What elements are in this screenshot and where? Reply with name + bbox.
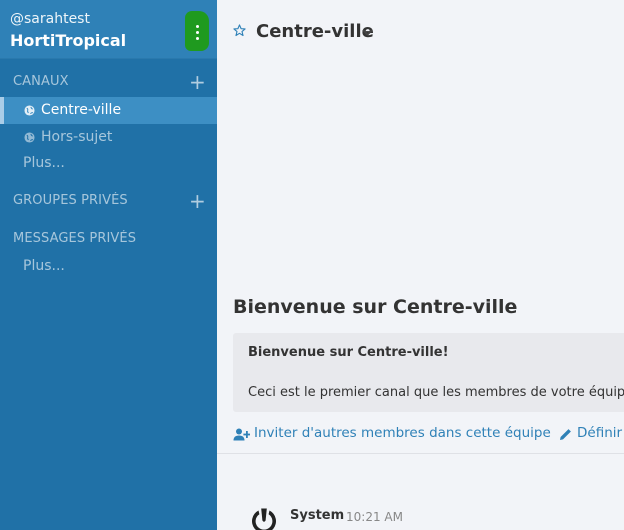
team-name: HortiTropical [10, 31, 127, 50]
private-groups-section-title: GROUPES PRIVÉS [13, 193, 128, 208]
menu-dot-icon [196, 37, 199, 40]
star-outline-icon[interactable] [233, 24, 246, 37]
messages-more-link[interactable]: Plus... [23, 258, 65, 274]
globe-icon [24, 105, 35, 116]
mattermost-logo-icon [252, 508, 276, 530]
channel-intro-title: Bienvenue sur Centre-ville [233, 296, 518, 318]
post-author[interactable]: System [290, 508, 344, 523]
invite-link-label: Inviter d'autres membres dans cette équi… [254, 425, 551, 441]
system-post: System 10:21 AM [217, 490, 624, 530]
channel-header: Centre-ville [217, 0, 624, 64]
define-link-label: Définir [577, 425, 623, 441]
sidebar-item-label: Hors-sujet [41, 129, 113, 145]
chevron-down-icon[interactable] [362, 29, 373, 36]
define-channel-link[interactable]: Définir [559, 425, 622, 441]
intro-box-title: Bienvenue sur Centre-ville! [248, 345, 449, 360]
intro-box-text: Ceci est le premier canal que les membre… [248, 385, 624, 400]
globe-icon [24, 132, 35, 143]
divider [217, 453, 624, 454]
channels-section-title: CANAUX [13, 74, 69, 89]
invite-members-link[interactable]: Inviter d'autres membres dans cette équi… [233, 425, 551, 441]
team-header[interactable]: @sarahtest HortiTropical [0, 0, 217, 59]
post-time: 10:21 AM [346, 510, 403, 524]
main-content: Centre-ville Bienvenue sur Centre-ville … [217, 0, 624, 530]
sidebar-item-hors-sujet[interactable]: Hors-sujet [0, 124, 217, 151]
add-private-group-button[interactable]: + [189, 191, 206, 211]
channel-intro-box: Bienvenue sur Centre-ville! Ceci est le … [233, 333, 624, 412]
menu-dot-icon [196, 25, 199, 28]
channels-more-link[interactable]: Plus... [23, 155, 65, 171]
sidebar-item-centre-ville[interactable]: Centre-ville [0, 97, 217, 124]
private-messages-section-title: MESSAGES PRIVÉS [13, 231, 137, 246]
sidebar-item-label: Centre-ville [41, 102, 122, 118]
channel-title[interactable]: Centre-ville [256, 21, 374, 42]
main-menu-button[interactable] [185, 11, 209, 51]
menu-dot-icon [196, 31, 199, 34]
sidebar: @sarahtest HortiTropical CANAUX + Centre… [0, 0, 217, 530]
add-user-icon [233, 428, 250, 441]
username: @sarahtest [10, 11, 90, 27]
pencil-icon [560, 429, 571, 440]
add-channel-button[interactable]: + [189, 72, 206, 92]
